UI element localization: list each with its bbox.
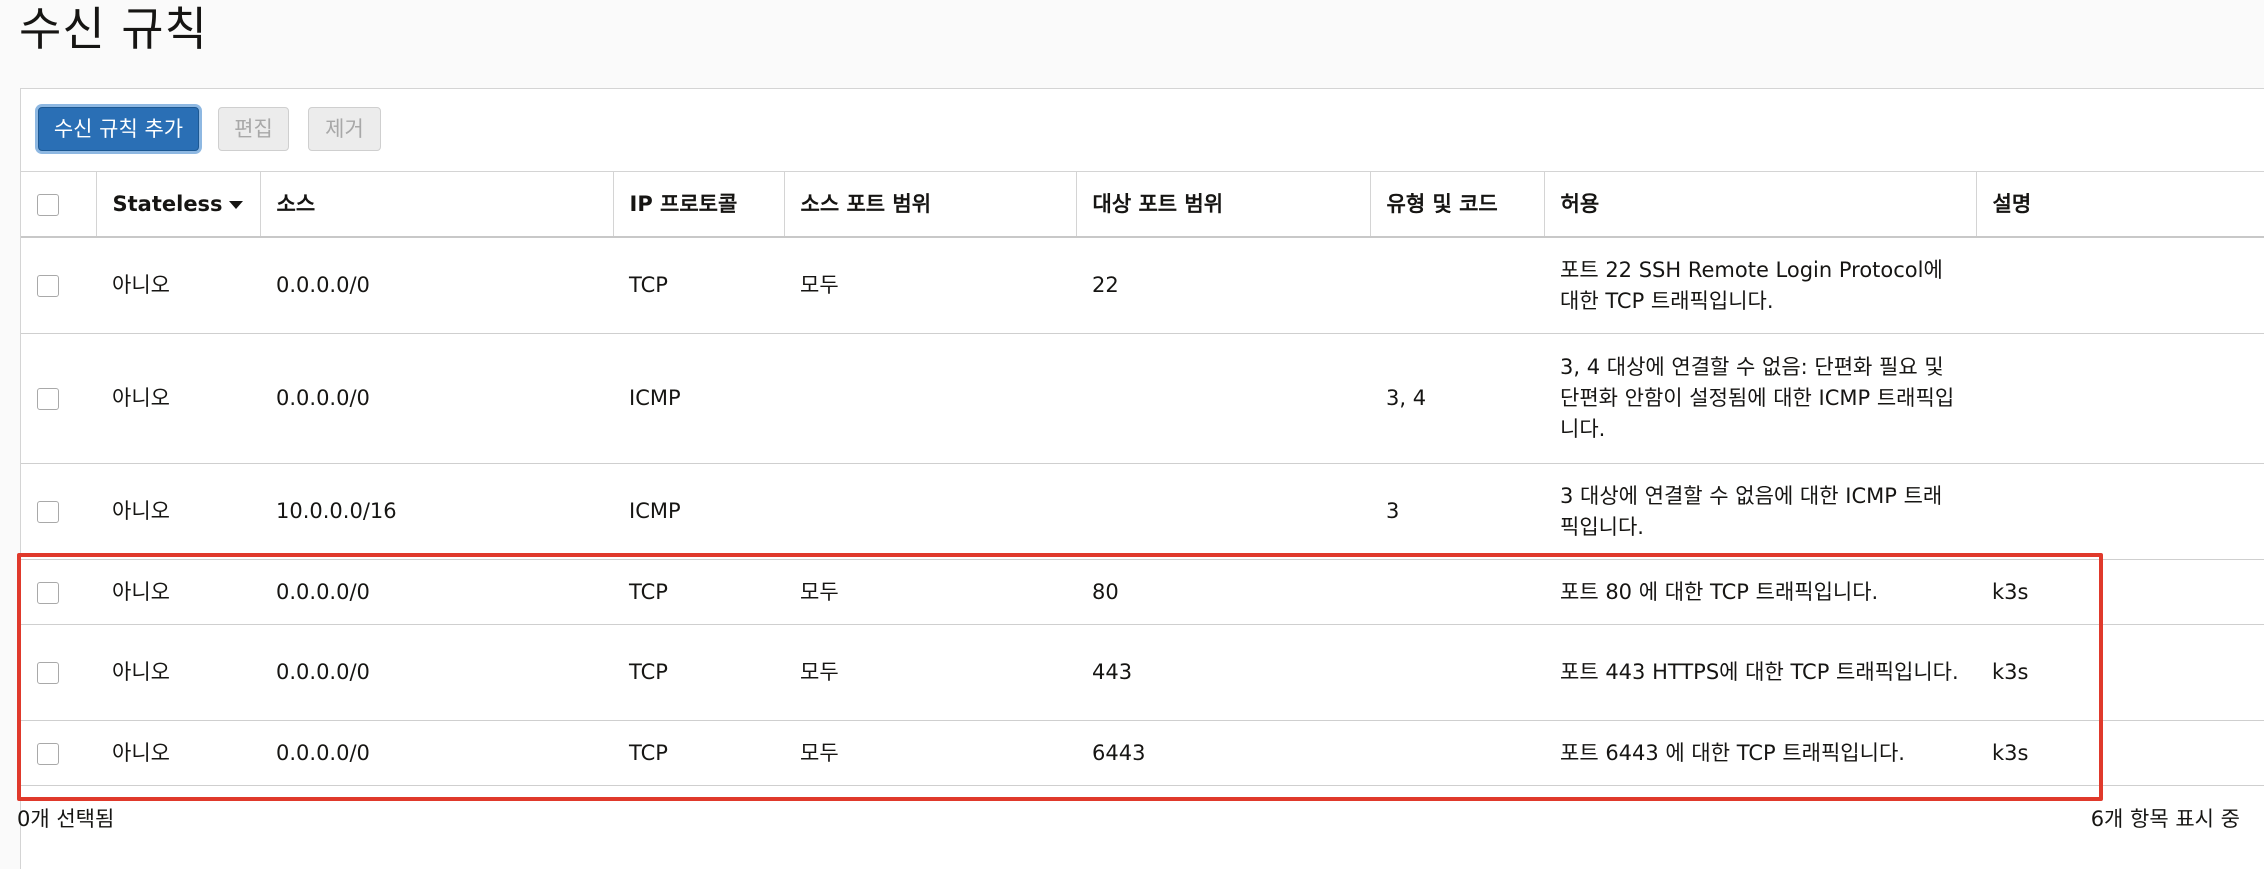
checkbox-icon[interactable] [37,742,59,765]
cell-description [1976,237,2264,334]
column-header-source: 소스 [259,171,613,238]
table-row[interactable]: 아니오 0.0.0.0/0 TCP 모두 6443 포트 6443 에 대한 T… [21,720,2264,786]
row-checkbox-cell[interactable] [21,559,96,625]
row-checkbox-cell[interactable] [21,333,96,464]
cell-dest-port: 80 [1076,559,1370,625]
cell-dest-port: 22 [1076,237,1370,334]
cell-stateless: 아니오 [96,237,260,334]
cell-stateless: 아니오 [96,463,260,560]
table-row[interactable]: 아니오 0.0.0.0/0 ICMP 3, 4 3, 4 대상에 연결할 수 없… [21,333,2264,464]
cell-source: 0.0.0.0/0 [260,333,613,464]
cell-stateless: 아니오 [96,559,260,625]
page-title: 수신 규칙 [19,2,208,56]
cell-source: 0.0.0.0/0 [260,559,613,625]
column-header-stateless[interactable]: Stateless [95,171,260,238]
table-row[interactable]: 아니오 10.0.0.0/16 ICMP 3 3 대상에 연결할 수 없음에 대… [21,463,2264,560]
ingress-rules-table: Stateless 소스 IP 프로토콜 소스 포트 범위 대상 포트 범위 유… [21,171,2264,786]
cell-source: 0.0.0.0/0 [260,237,613,334]
column-header-allow: 허용 [1543,171,1976,238]
cell-source: 10.0.0.0/16 [260,463,613,560]
cell-description: k3s [1976,559,2264,625]
column-header-type-code: 유형 및 코드 [1369,171,1544,238]
table-row[interactable]: 아니오 0.0.0.0/0 TCP 모두 22 포트 22 SSH Remote… [21,237,2264,334]
table-row[interactable]: 아니오 0.0.0.0/0 TCP 모두 443 포트 443 HTTPS에 대… [21,624,2264,721]
cell-protocol: TCP [613,237,784,334]
cell-source-port: 모두 [784,720,1076,786]
cell-description [1976,333,2264,464]
cell-type-code [1370,559,1544,625]
column-header-label: Stateless [112,191,223,216]
cell-stateless: 아니오 [96,333,260,464]
row-checkbox-cell[interactable] [21,624,96,721]
cell-allow: 포트 443 HTTPS에 대한 TCP 트래픽입니다. [1544,624,1976,721]
cell-allow: 포트 80 에 대한 TCP 트래픽입니다. [1544,559,1976,625]
toolbar: 수신 규칙 추가 편집 제거 [21,89,2264,171]
cell-protocol: TCP [613,624,784,721]
checkbox-icon[interactable] [37,275,59,297]
cell-allow: 포트 6443 에 대한 TCP 트래픽입니다. [1544,720,1976,786]
add-ingress-rule-button[interactable]: 수신 규칙 추가 [38,107,199,151]
table-header-row: Stateless 소스 IP 프로토콜 소스 포트 범위 대상 포트 범위 유… [21,171,2264,238]
caret-down-icon[interactable] [228,200,243,209]
cell-type-code: 3, 4 [1370,333,1544,464]
cell-allow: 3 대상에 연결할 수 없음에 대한 ICMP 트래픽입니다. [1544,463,1976,560]
cell-source-port [784,333,1076,464]
cell-source-port [784,463,1076,560]
cell-description [1976,463,2264,560]
cell-type-code [1370,237,1544,334]
cell-source-port: 모두 [784,559,1076,625]
cell-description: k3s [1976,624,2264,721]
checkbox-icon[interactable] [37,501,59,523]
cell-source-port: 모두 [784,624,1076,721]
selection-count: 0개 선택됨 [17,807,115,831]
column-header-dest-port: 대상 포트 범위 [1075,171,1370,238]
cell-type-code: 3 [1370,463,1544,560]
remove-button[interactable]: 제거 [308,107,381,151]
cell-source: 0.0.0.0/0 [260,720,613,786]
cell-dest-port [1076,333,1370,464]
row-checkbox-cell[interactable] [21,237,96,334]
cell-type-code [1370,720,1544,786]
cell-dest-port: 443 [1076,624,1370,721]
column-header-protocol: IP 프로토콜 [612,171,784,238]
row-checkbox-cell[interactable] [21,720,96,786]
items-count: 6개 항목 표시 중 [2090,807,2240,831]
cell-protocol: ICMP [613,463,784,560]
checkbox-icon[interactable] [37,388,59,410]
cell-stateless: 아니오 [96,624,260,721]
cell-dest-port: 6443 [1076,720,1370,786]
table-row[interactable]: 아니오 0.0.0.0/0 TCP 모두 80 포트 80 에 대한 TCP 트… [21,559,2264,625]
ingress-rules-panel: 수신 규칙 추가 편집 제거 Stateless 소스 IP 프로토콜 소스 포… [20,88,2264,869]
checkbox-icon[interactable] [37,193,59,216]
cell-allow: 포트 22 SSH Remote Login Protocol에 대한 TCP … [1544,237,1976,334]
column-header-source-port: 소스 포트 범위 [783,171,1076,238]
cell-description: k3s [1976,720,2264,786]
checkbox-icon[interactable] [37,581,59,604]
cell-type-code [1370,624,1544,721]
cell-protocol: TCP [613,559,784,625]
cell-protocol: TCP [613,720,784,786]
column-header-description: 설명 [1975,171,2264,238]
cell-protocol: ICMP [613,333,784,464]
cell-stateless: 아니오 [96,720,260,786]
checkbox-icon[interactable] [37,662,59,684]
row-checkbox-cell[interactable] [21,463,96,560]
cell-allow: 3, 4 대상에 연결할 수 없음: 단편화 필요 및 단편화 안함이 설정됨에… [1544,333,1976,464]
cell-source-port: 모두 [784,237,1076,334]
cell-dest-port [1076,463,1370,560]
select-all-checkbox-cell[interactable] [21,171,96,238]
edit-button[interactable]: 편집 [218,107,289,151]
cell-source: 0.0.0.0/0 [260,624,613,721]
